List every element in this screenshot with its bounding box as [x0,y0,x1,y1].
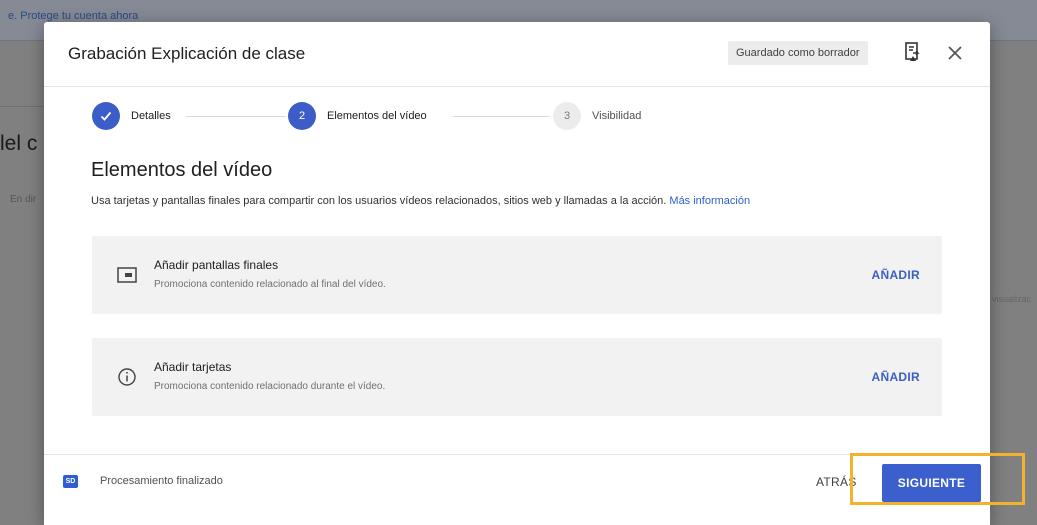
close-icon[interactable] [944,42,966,64]
card-title: Añadir pantallas finales [154,258,279,272]
step-label: Detalles [131,110,171,122]
info-icon [118,368,136,386]
background-heading: lel c [0,132,38,155]
more-info-link[interactable]: Más información [669,195,750,207]
section-title: Elementos del vídeo [91,159,273,181]
step-number: 2 [288,102,316,130]
alert-report-icon[interactable] [904,41,922,63]
check-icon [92,102,120,130]
card-title: Añadir tarjetas [154,360,232,374]
step-label: Visibilidad [592,110,642,122]
card-subtitle: Promociona contenido relacionado al fina… [154,279,386,290]
step-video-elements[interactable]: 2 Elementos del vídeo [288,102,427,130]
upload-dialog: Grabación Explicación de clase Guardado … [44,22,990,525]
background-right-text: visualizac [992,294,1032,304]
draft-status-badge: Guardado como borrador [728,41,868,65]
dialog-header: Grabación Explicación de clase Guardado … [44,22,990,87]
next-button[interactable]: SIGUIENTE [882,464,981,502]
end-screen-card: Añadir pantallas finales Promociona cont… [92,236,942,314]
add-end-screen-button[interactable]: AÑADIR [872,268,920,282]
step-details[interactable]: Detalles [92,102,171,130]
card-subtitle: Promociona contenido relacionado durante… [154,381,386,392]
dialog-footer: SD Procesamiento finalizado ATRÁS SIGUIE… [44,454,990,525]
step-connector [453,116,549,117]
end-screen-icon [117,267,137,283]
upload-stepper: Detalles 2 Elementos del vídeo 3 Visibil… [44,86,990,146]
cards-card: Añadir tarjetas Promociona contenido rel… [92,338,942,416]
dialog-title: Grabación Explicación de clase [68,44,306,63]
processing-status: Procesamiento finalizado [100,475,223,487]
step-connector [186,116,286,117]
step-label: Elementos del vídeo [327,110,427,122]
back-button[interactable]: ATRÁS [816,475,857,489]
divider [0,106,44,107]
description-text: Usa tarjetas y pantallas finales para co… [91,195,667,207]
add-cards-button[interactable]: AÑADIR [872,370,920,384]
section-description: Usa tarjetas y pantallas finales para co… [91,195,750,207]
background-subtext: En dir [10,194,37,205]
step-number: 3 [553,102,581,130]
sd-quality-badge: SD [63,475,78,488]
banner-text[interactable]: e. Protege tu cuenta ahora [8,10,138,22]
step-visibility[interactable]: 3 Visibilidad [553,102,641,130]
